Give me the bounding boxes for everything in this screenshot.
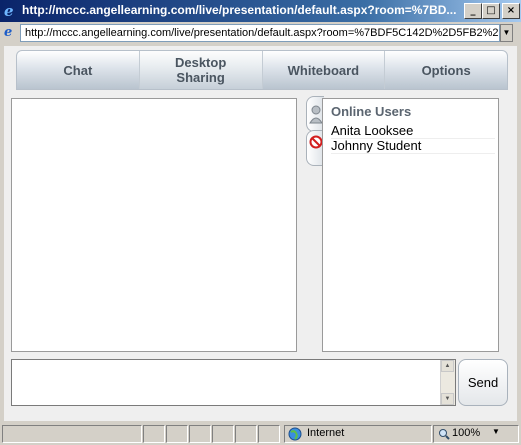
tab-bar: Chat Desktop Sharing Whiteboard Options (16, 50, 508, 90)
user-list-item[interactable]: Johnny Student (331, 138, 495, 154)
status-main-segment (2, 425, 142, 443)
chat-log[interactable] (11, 98, 297, 352)
status-segment (143, 425, 165, 443)
status-segment (166, 425, 188, 443)
maximize-button[interactable]: □ (482, 3, 500, 19)
address-dropdown-button[interactable]: ▼ (500, 24, 513, 42)
zoom-dropdown-icon[interactable]: ▼ (492, 427, 500, 436)
window-titlebar[interactable]: e http://mccc.angellearning.com/live/pre… (0, 0, 521, 22)
user-list-item[interactable]: Anita Looksee (331, 123, 495, 139)
scroll-up-arrow[interactable]: ▲ (441, 360, 454, 372)
minimize-button[interactable]: _ (464, 3, 482, 19)
window-title: http://mccc.angellearning.com/live/prese… (22, 3, 457, 17)
send-button[interactable]: Send (458, 359, 508, 406)
online-users-panel: Online Users Anita Looksee Johnny Studen… (322, 98, 499, 352)
status-segment (212, 425, 234, 443)
magnifier-icon (439, 429, 450, 440)
tab-options[interactable]: Options (385, 51, 507, 89)
online-users-header: Online Users (331, 104, 412, 119)
status-segment (189, 425, 211, 443)
chat-application: Chat Desktop Sharing Whiteboard Options … (4, 46, 517, 421)
page-icon: e (4, 25, 13, 40)
status-zoom-segment[interactable]: 100% ▼ (433, 425, 519, 443)
status-zone-segment: Internet (284, 425, 432, 443)
address-field[interactable]: http://mccc.angellearning.com/live/prese… (20, 24, 500, 42)
status-zone-label: Internet (307, 427, 345, 439)
ie-logo-icon: e (4, 2, 14, 20)
status-bar: Internet 100% ▼ (0, 423, 521, 445)
tab-whiteboard[interactable]: Whiteboard (263, 51, 386, 89)
user-icon (309, 105, 323, 124)
message-scrollbar[interactable]: ▲ ▼ (440, 360, 455, 405)
address-bar: e http://mccc.angellearning.com/live/pre… (0, 22, 521, 44)
tab-desktop-sharing[interactable]: Desktop Sharing (139, 51, 263, 89)
close-button[interactable]: × (502, 3, 520, 19)
message-input[interactable]: ▲ ▼ (11, 359, 456, 406)
scroll-down-arrow[interactable]: ▼ (441, 393, 454, 405)
status-segment (258, 425, 280, 443)
globe-icon (288, 427, 302, 441)
tab-chat[interactable]: Chat (17, 51, 140, 89)
status-segment (235, 425, 257, 443)
zoom-level: 100% (452, 427, 481, 439)
no-entry-icon (309, 135, 323, 149)
